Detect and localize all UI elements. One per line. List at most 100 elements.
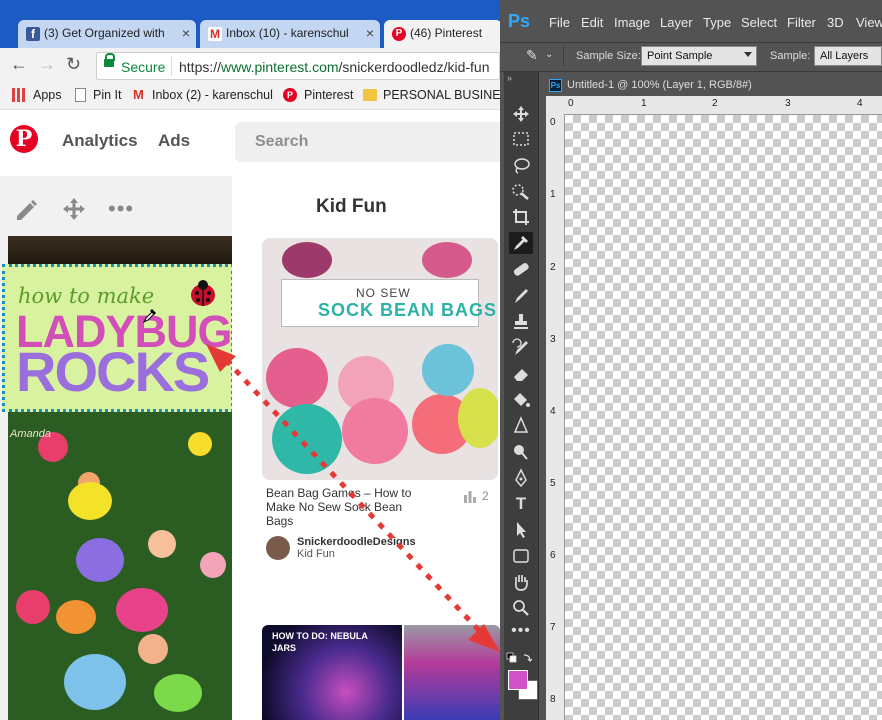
document-title: Untitled-1 @ 100% (Layer 1, RGB/8#) xyxy=(567,79,752,91)
reload-icon[interactable]: ↻ xyxy=(66,54,81,75)
pin-graphic-text: HOW TO DO: NEBULA JARS xyxy=(272,631,368,653)
bookmark-pin-it[interactable]: Pin It xyxy=(93,88,122,102)
tab-get-organized[interactable]: f (3) Get Organized with × xyxy=(18,20,196,48)
eyedropper-preset-icon[interactable]: ✎ xyxy=(526,47,538,64)
healing-brush-tool-icon[interactable] xyxy=(509,258,533,280)
pen-tool-icon[interactable] xyxy=(509,467,533,489)
close-tab-icon[interactable]: × xyxy=(366,25,374,41)
quick-select-tool-icon[interactable] xyxy=(509,180,533,202)
dodge-tool-icon[interactable] xyxy=(509,441,533,463)
path-select-tool-icon[interactable] xyxy=(509,519,533,541)
bookmark-apps[interactable]: Apps xyxy=(33,88,62,102)
pin-image-top[interactable] xyxy=(8,236,232,264)
tab-title: (46) Pinterest xyxy=(410,26,483,40)
ruler-label: 3 xyxy=(785,98,791,109)
back-icon[interactable]: ← xyxy=(10,54,28,75)
ruler-label: 6 xyxy=(550,550,556,561)
tab-pinterest[interactable]: P (46) Pinterest xyxy=(384,20,500,48)
bookmark-pinterest[interactable]: Pinterest xyxy=(304,88,353,102)
ruler-label: 3 xyxy=(550,334,556,345)
ruler-label: 4 xyxy=(857,98,863,109)
rectangle-tool-icon[interactable] xyxy=(509,545,533,567)
edit-pencil-icon[interactable] xyxy=(12,196,40,222)
ruler-label: 8 xyxy=(550,694,556,705)
sock-bean-bags-pin-image[interactable] xyxy=(262,238,498,480)
pin-description-link[interactable]: Bean Bag Games – How to Make No Sew Sock… xyxy=(266,486,430,528)
photoshop-logo: Ps xyxy=(508,11,531,31)
sample-select[interactable]: All Layers xyxy=(814,46,882,66)
photo-watermark: Amanda xyxy=(10,428,51,440)
tab-inbox[interactable]: M Inbox (10) - karenschul × xyxy=(200,20,380,48)
divider xyxy=(563,46,564,66)
pin-author-link[interactable]: SnickerdoodleDesigns xyxy=(297,536,416,548)
folder-icon xyxy=(363,89,377,101)
eyedropper-tool-icon[interactable] xyxy=(509,232,533,254)
ruler-label: 4 xyxy=(550,406,556,417)
menu-file[interactable]: File xyxy=(549,15,570,30)
paint-bucket-tool-icon[interactable] xyxy=(509,389,533,411)
forward-icon[interactable]: → xyxy=(38,54,56,75)
move-tool-icon[interactable] xyxy=(509,103,533,125)
sample-size-label: Sample Size: xyxy=(576,50,641,62)
sample-value: All Layers xyxy=(820,50,869,62)
menu-type[interactable]: Type xyxy=(703,15,731,30)
transparent-canvas[interactable] xyxy=(565,115,882,720)
menu-filter[interactable]: Filter xyxy=(787,15,816,30)
swap-colors-icon[interactable] xyxy=(506,652,534,664)
nebula-jar-photo[interactable] xyxy=(404,625,500,720)
page-icon xyxy=(75,88,86,102)
pin-board-link[interactable]: Kid Fun xyxy=(297,548,335,560)
ladybug-icon xyxy=(186,278,220,308)
hand-tool-icon[interactable] xyxy=(509,571,533,593)
board-title: Kid Fun xyxy=(316,196,387,217)
gmail-icon: M xyxy=(133,87,144,102)
ruler-label: 7 xyxy=(550,622,556,633)
crop-tool-icon[interactable] xyxy=(509,206,533,228)
url-text[interactable]: https://www.pinterest.com/snickerdoodled… xyxy=(179,59,490,75)
pinterest-logo-icon[interactable]: P xyxy=(10,125,38,153)
menu-view[interactable]: View xyxy=(856,15,882,30)
more-options-icon[interactable]: ••• xyxy=(108,198,134,220)
more-tools-icon[interactable]: ••• xyxy=(509,623,533,646)
pinterest-icon: P xyxy=(283,88,297,102)
pin-graphic-text: ROCKS xyxy=(16,340,210,403)
close-tab-icon[interactable]: × xyxy=(182,25,190,41)
menu-3d[interactable]: 3D xyxy=(827,15,844,30)
banner-title: SOCK BEAN BAGS xyxy=(318,300,498,320)
photoshop-document-icon: Ps xyxy=(549,79,562,92)
blur-tool-icon[interactable] xyxy=(509,415,533,437)
sample-size-select[interactable]: Point Sample xyxy=(641,46,757,66)
url-scheme: https:// xyxy=(179,59,222,75)
marquee-tool-icon[interactable] xyxy=(509,128,533,150)
move-arrows-icon[interactable] xyxy=(60,196,88,222)
bookmark-inbox[interactable]: Inbox (2) - karenschul xyxy=(152,88,273,102)
eyedropper-cursor-icon xyxy=(142,306,158,324)
nav-ads[interactable]: Ads xyxy=(158,131,190,151)
bookmark-personal-business[interactable]: PERSONAL BUSINESS xyxy=(383,88,500,102)
nav-analytics[interactable]: Analytics xyxy=(62,131,138,151)
ladybug-rocks-photo[interactable] xyxy=(8,412,232,720)
chevron-down-icon[interactable]: ⌄ xyxy=(545,49,553,60)
sample-label: Sample: xyxy=(770,50,811,62)
gmail-icon: M xyxy=(208,27,222,41)
menu-edit[interactable]: Edit xyxy=(581,15,603,30)
url-host: www.pinterest.com xyxy=(221,59,339,75)
ruler-label: 0 xyxy=(550,117,556,128)
eraser-tool-icon[interactable] xyxy=(509,363,533,385)
analytics-bars-icon xyxy=(463,489,477,503)
type-tool-icon[interactable]: T xyxy=(509,493,533,515)
brush-tool-icon[interactable] xyxy=(509,285,533,307)
avatar[interactable] xyxy=(266,536,290,560)
clone-stamp-tool-icon[interactable] xyxy=(509,311,533,333)
menu-image[interactable]: Image xyxy=(614,15,650,30)
foreground-color-swatch[interactable] xyxy=(508,670,528,690)
zoom-tool-icon[interactable] xyxy=(509,597,533,619)
collapse-panel-icon[interactable]: » xyxy=(507,73,512,83)
menu-layer[interactable]: Layer xyxy=(660,15,693,30)
pinterest-icon: P xyxy=(392,27,406,41)
history-brush-tool-icon[interactable] xyxy=(509,337,533,359)
url-path: /snickerdoodledz/kid-fun xyxy=(338,59,490,75)
divider xyxy=(171,56,172,76)
lasso-tool-icon[interactable] xyxy=(509,155,533,177)
menu-select[interactable]: Select xyxy=(741,15,777,30)
